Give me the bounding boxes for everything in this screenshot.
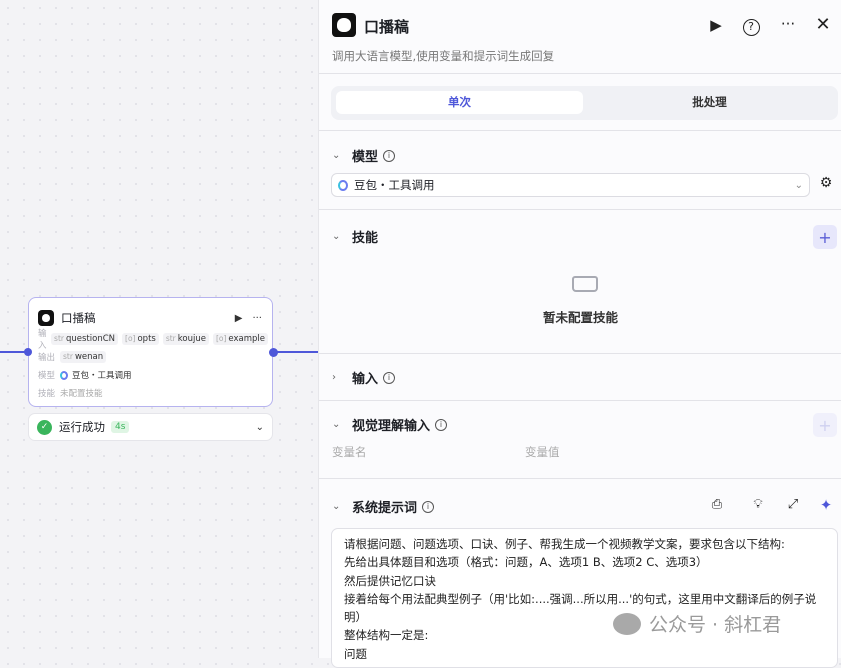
prompt-line: 问题 [344,646,367,661]
tab-batch[interactable]: 批处理 [586,91,833,114]
skills-label: 技能 [38,389,56,399]
skill-section-header[interactable]: ⌄ 技能 [332,227,378,246]
node-skills-row: 技能 未配置技能 [29,384,272,402]
input-tag: [o] opts [122,333,159,345]
info-icon: i [383,371,396,384]
tab-single[interactable]: 单次 [336,91,583,114]
node-inputs-row: 输入 str questionCN [o] opts str koujue [o] ex… [29,329,272,351]
vision-input-section-header[interactable]: ⌄ 视觉理解输入 i [332,415,448,434]
info-icon: i [383,149,396,162]
prompt-line: 先给出具体题目和选项（格式：问题，A、选项1 B、选项2 C、选项3） [344,555,708,570]
chevron-down-icon: ⌄ [794,179,803,191]
panel-logo-icon [332,13,356,37]
edge-out [273,351,318,353]
expand-icon[interactable]: ⤢ [783,497,803,512]
input-tag: str koujue [162,333,209,345]
col-variable-name: 变量名 [332,445,367,459]
system-prompt-section-header[interactable]: ⌄ 系统提示词 i [332,497,435,516]
inputs-label: 输入 [38,329,47,351]
run-status-bar[interactable]: ✓ 运行成功 4s ⌄ [28,413,273,441]
input-section-header[interactable]: › 输入 i [332,368,396,387]
prompt-line: 然后提供记忆口诀 [344,573,436,588]
run-icon[interactable]: ▶ [706,16,726,34]
llm-node-card[interactable]: 口播稿 ▶ ··· 输入 str questionCN [o] opts str ko… [28,297,273,407]
more-icon[interactable]: ··· [778,15,798,33]
model-selected-value: 豆包・工具调用 [354,178,435,192]
add-vision-input-button[interactable]: + [813,413,837,437]
outputs-label: 输出 [38,353,56,363]
node-model: 豆包・工具调用 [72,371,132,381]
doubao-icon [338,179,348,191]
model-section-header[interactable]: ⌄ 模型 i [332,146,396,165]
node-logo-icon [38,310,54,326]
help-icon[interactable]: ? [741,16,761,36]
wechat-icon [613,612,641,635]
model-select[interactable]: 豆包・工具调用 ⌄ [331,173,810,197]
add-skill-button[interactable]: + [813,225,837,249]
system-prompt-editor[interactable]: 请根据问题、问题选项、口诀、例子、帮我生成一个视频教学文案，要求包含以下结构: … [331,528,838,668]
close-icon[interactable]: ✕ [813,14,833,35]
info-icon: i [422,500,435,513]
success-check-icon: ✓ [37,419,52,435]
status-text: 运行成功 [59,420,105,434]
output-tag: str wenan [60,351,107,363]
divider [319,209,841,210]
divider [319,478,841,479]
more-icon[interactable]: ··· [252,313,262,324]
divider [319,400,841,401]
node-outputs-row: 输出 str wenan [29,348,272,366]
chevron-down-icon: ⌄ [332,150,341,161]
chevron-down-icon[interactable]: ⌄ [256,422,264,433]
panel-description: 调用大语言模型,使用变量和提示词生成回复 [332,49,555,63]
col-variable-value: 变量值 [525,445,560,459]
prompt-library-icon[interactable]: ⎙ [707,497,727,512]
chevron-down-icon: ⌄ [332,231,341,242]
divider [319,353,841,354]
node-skills: 未配置技能 [60,389,103,399]
chevron-right-icon: › [332,372,336,383]
input-port[interactable] [24,348,32,356]
node-config-panel: 口播稿 ▶ ? ··· ✕ 调用大语言模型,使用变量和提示词生成回复 单次 批处… [318,0,841,668]
output-port[interactable] [269,348,278,357]
input-tag: [o] example [212,333,268,345]
empty-inbox-icon [572,276,598,292]
node-model-row: 模型 豆包・工具调用 [29,366,272,384]
model-label: 模型 [38,371,56,381]
skills-empty-text: 暂未配置技能 [542,310,618,325]
duration-badge: 4s [111,421,130,433]
chevron-down-icon: ⌄ [332,501,341,512]
settings-gear-icon[interactable]: ⚙ [816,175,836,191]
chevron-down-icon: ⌄ [332,419,341,430]
mode-tabs: 单次 批处理 [331,86,838,120]
run-icon[interactable]: ▶ [235,313,243,324]
lightbulb-icon[interactable]: 💡︎ [748,497,768,512]
panel-title: 口播稿 [364,18,410,36]
divider [319,130,841,131]
ai-sparkle-icon[interactable]: ✦ [816,496,836,514]
input-tag: str questionCN [51,333,119,345]
watermark: 公众号 · 斜杠君 [613,610,781,637]
doubao-icon [60,370,68,380]
info-icon: i [435,418,448,431]
divider [319,73,841,74]
prompt-line: 请根据问题、问题选项、口诀、例子、帮我生成一个视频教学文案，要求包含以下结构: [344,537,785,551]
node-title: 口播稿 [61,311,96,325]
